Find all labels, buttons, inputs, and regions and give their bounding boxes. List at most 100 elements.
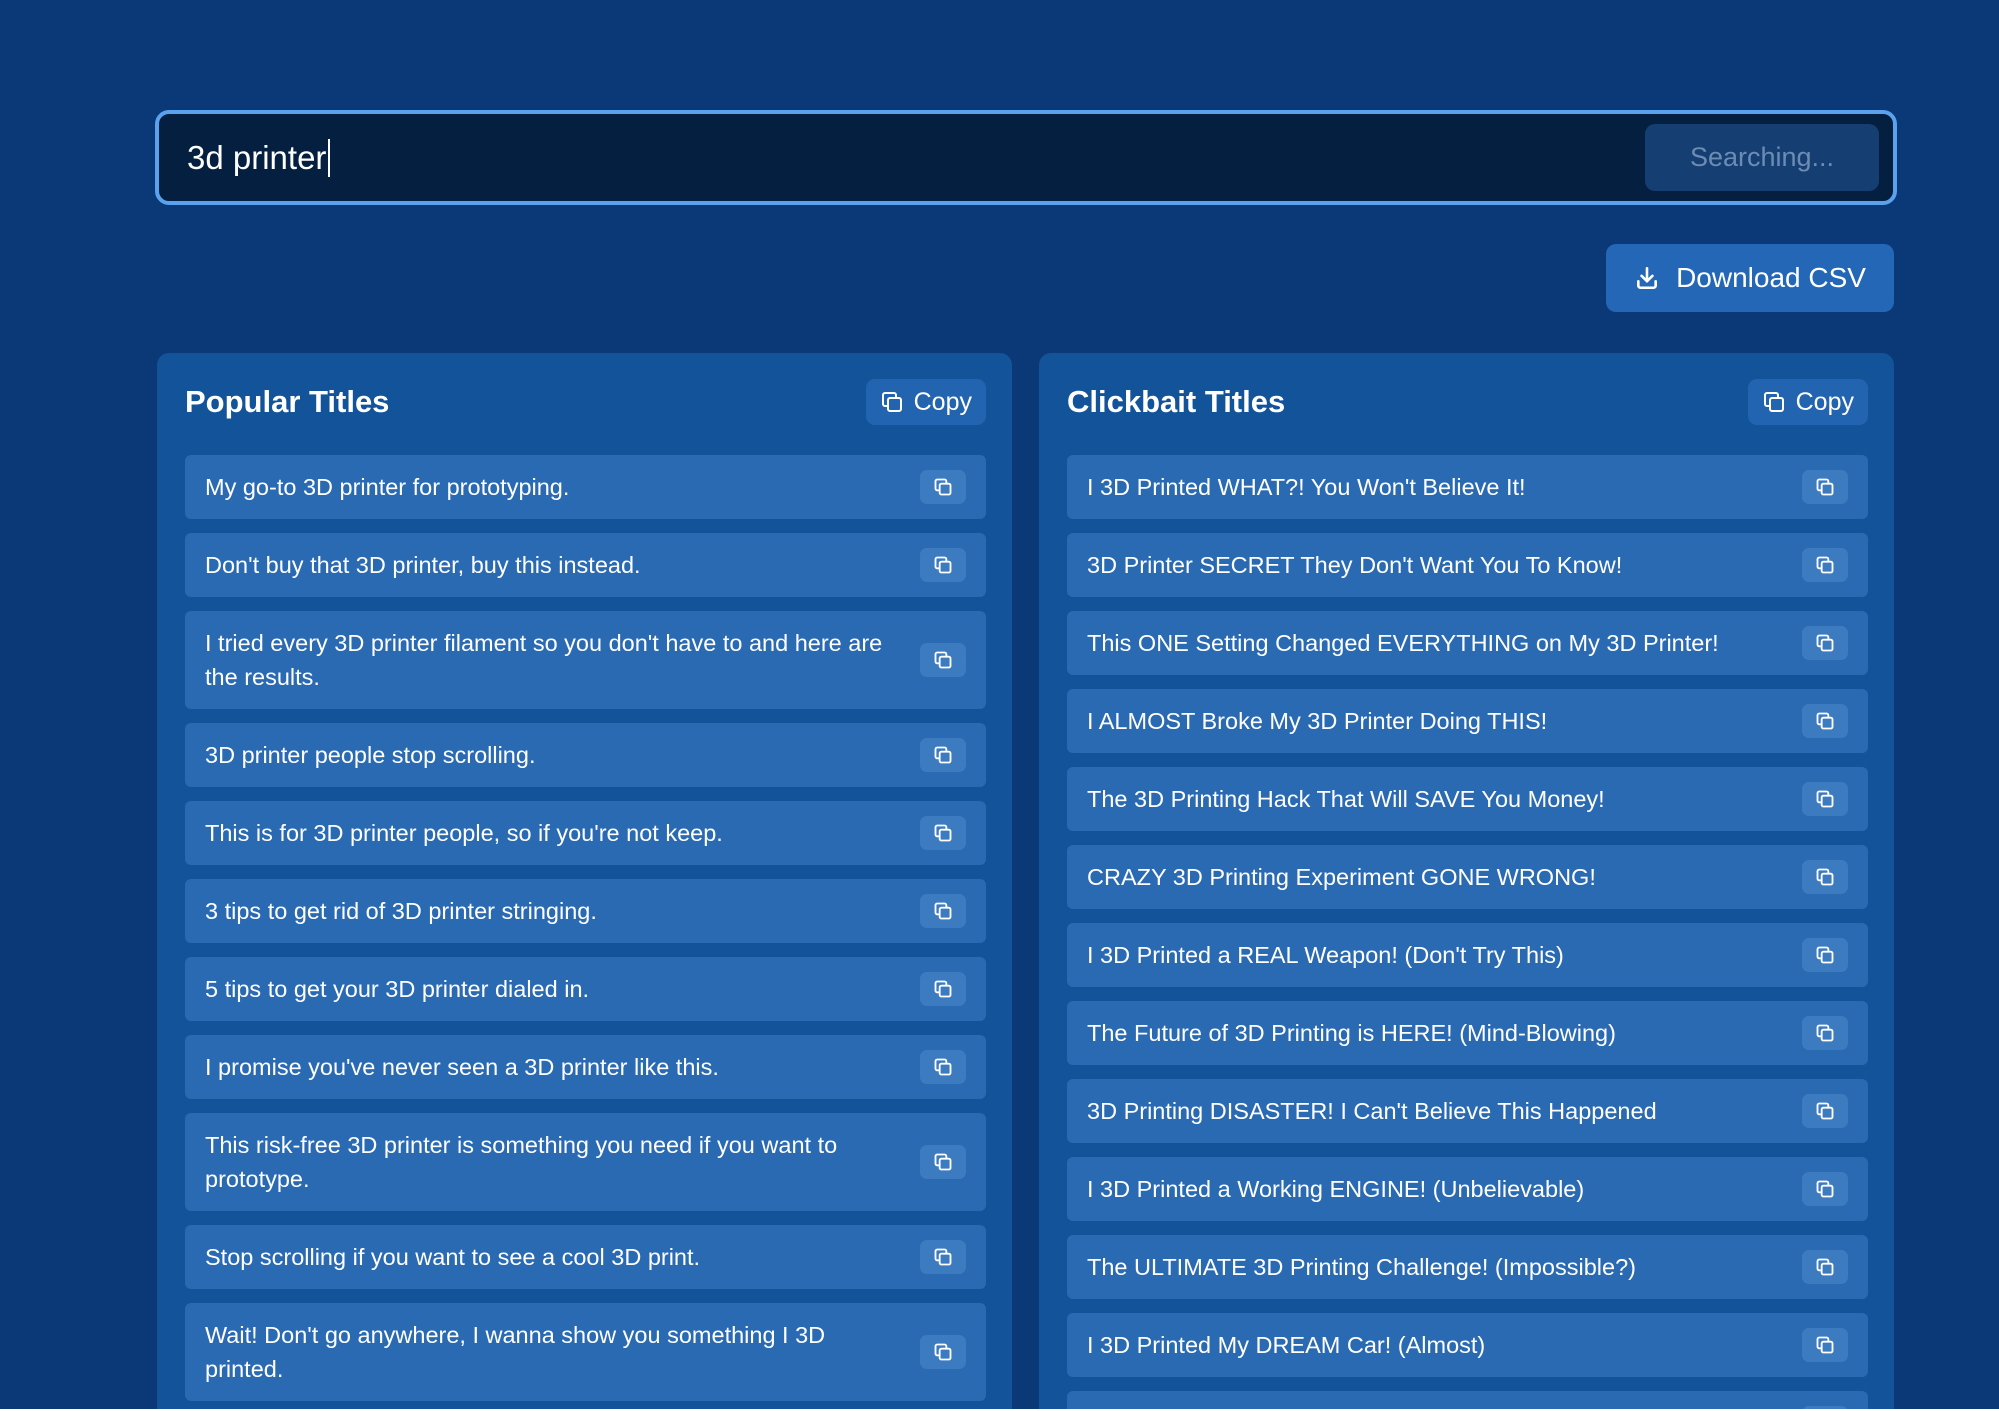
title-item-text: I promise you've never seen a 3D printer… (205, 1054, 719, 1080)
copy-item-button[interactable] (920, 643, 966, 677)
title-item-text: Don't buy that 3D printer, buy this inst… (205, 552, 641, 578)
copy-item-button[interactable] (920, 470, 966, 504)
copy-icon (934, 1153, 952, 1171)
title-item: This ONE Setting Changed EVERYTHING on M… (1067, 611, 1868, 675)
copy-item-button[interactable] (1802, 1016, 1848, 1050)
copy-clickbait-button[interactable]: Copy (1747, 379, 1868, 425)
clickbait-titles-heading: Clickbait Titles (1067, 384, 1286, 419)
title-item-text: I tried every 3D printer filament so you… (205, 630, 883, 690)
title-item: I 3D Printed WHAT?! You Won't Believe It… (1067, 455, 1868, 519)
search-bar: 3d printer Searching... (155, 110, 1897, 205)
title-item: This risk-free 3D printer is something y… (185, 1113, 986, 1211)
title-item: I tried every 3D printer filament so you… (185, 611, 986, 709)
title-item: I 3D Printed My DREAM Car! (Almost) (1067, 1313, 1868, 1377)
title-item: 3D Printing GONE WRONG! (Epic Fail) (1067, 1391, 1868, 1411)
copy-icon (1816, 1102, 1834, 1120)
title-item-text: This is for 3D printer people, so if you… (205, 820, 723, 846)
title-item: 3D printer people stop scrolling. (185, 723, 986, 787)
copy-item-button[interactable] (920, 894, 966, 928)
copy-icon (1816, 1336, 1834, 1354)
text-caret (328, 138, 331, 177)
copy-icon (1816, 634, 1834, 652)
copy-icon (934, 980, 952, 998)
copy-icon (1816, 1180, 1834, 1198)
title-item-text: 3 tips to get rid of 3D printer stringin… (205, 898, 597, 924)
page: 3d printer Searching... Download CSV Pop… (0, 0, 1999, 1411)
copy-item-button[interactable] (920, 738, 966, 772)
copy-icon (1763, 392, 1784, 412)
copy-item-button[interactable] (1802, 782, 1848, 816)
copy-item-button[interactable] (920, 1050, 966, 1084)
copy-item-button[interactable] (920, 972, 966, 1006)
copy-item-button[interactable] (1802, 1094, 1848, 1128)
title-item: I 3D Printed a REAL Weapon! (Don't Try T… (1067, 923, 1868, 987)
copy-item-button[interactable] (1802, 1172, 1848, 1206)
copy-icon (1816, 1024, 1834, 1042)
title-item-text: I ALMOST Broke My 3D Printer Doing THIS! (1087, 708, 1548, 734)
copy-item-button[interactable] (920, 1240, 966, 1274)
copy-icon (1816, 1258, 1834, 1276)
copy-item-button[interactable] (1802, 704, 1848, 738)
title-item-text: Wait! Don't go anywhere, I wanna show yo… (205, 1322, 826, 1382)
copy-item-button[interactable] (1802, 470, 1848, 504)
copy-clickbait-label: Copy (1795, 387, 1854, 416)
title-item: 3D Printer SECRET They Don't Want You To… (1067, 533, 1868, 597)
title-item-text: The Future of 3D Printing is HERE! (Mind… (1087, 1020, 1616, 1046)
copy-popular-label: Copy (913, 387, 972, 416)
clickbait-titles-list: I 3D Printed WHAT?! You Won't Believe It… (1067, 455, 1868, 1411)
download-icon (1637, 266, 1658, 290)
title-item: My go-to 3D printer for prototyping. (185, 455, 986, 519)
copy-item-button[interactable] (1802, 1328, 1848, 1362)
title-item: 5 tips to get your 3D printer dialed in. (185, 957, 986, 1021)
title-item: Stop scrolling if you want to see a cool… (185, 1225, 986, 1289)
copy-icon (934, 824, 952, 842)
search-button[interactable]: Searching... (1645, 124, 1879, 191)
popular-titles-heading: Popular Titles (185, 384, 390, 419)
title-item: 3 tips to get rid of 3D printer stringin… (185, 879, 986, 943)
title-item-text: Stop scrolling if you want to see a cool… (205, 1244, 701, 1270)
copy-icon (934, 556, 952, 574)
title-item-text: I 3D Printed WHAT?! You Won't Believe It… (1087, 474, 1526, 500)
title-item-text: This ONE Setting Changed EVERYTHING on M… (1087, 630, 1719, 656)
copy-item-button[interactable] (1802, 938, 1848, 972)
popular-titles-panel: Popular Titles Copy My go-to 3D printer … (157, 353, 1012, 1411)
title-item: This is for 3D printer people, so if you… (185, 801, 986, 865)
title-item: The 3D Printing Hack That Will SAVE You … (1067, 767, 1868, 831)
title-item-text: The ULTIMATE 3D Printing Challenge! (Imp… (1087, 1254, 1636, 1280)
title-item-text: I 3D Printed a REAL Weapon! (Don't Try T… (1087, 942, 1564, 968)
title-item-text: This risk-free 3D printer is something y… (205, 1132, 838, 1192)
title-item: Wait! Don't go anywhere, I wanna show yo… (185, 1303, 986, 1401)
copy-icon (934, 478, 952, 496)
copy-item-button[interactable] (920, 1145, 966, 1179)
copy-icon (1816, 478, 1834, 496)
copy-icon (1816, 790, 1834, 808)
popular-titles-header: Popular Titles Copy (185, 379, 986, 425)
copy-item-button[interactable] (1802, 626, 1848, 660)
title-item: The Future of 3D Printing is HERE! (Mind… (1067, 1001, 1868, 1065)
copy-item-button[interactable] (1802, 860, 1848, 894)
copy-icon (934, 746, 952, 764)
copy-item-button[interactable] (1802, 548, 1848, 582)
title-item: Don't buy that 3D printer, buy this inst… (185, 533, 986, 597)
copy-icon (934, 902, 952, 920)
clickbait-titles-header: Clickbait Titles Copy (1067, 379, 1868, 425)
copy-icon (1816, 712, 1834, 730)
copy-item-button[interactable] (1802, 1250, 1848, 1284)
title-item-text: The 3D Printing Hack That Will SAVE You … (1087, 786, 1605, 812)
title-item: 3D Printing DISASTER! I Can't Believe Th… (1067, 1079, 1868, 1143)
title-item-text: 3D Printing DISASTER! I Can't Believe Th… (1087, 1098, 1657, 1124)
title-item-text: CRAZY 3D Printing Experiment GONE WRONG! (1087, 864, 1596, 890)
copy-icon (934, 1343, 952, 1361)
title-item-text: My go-to 3D printer for prototyping. (205, 474, 570, 500)
download-csv-button[interactable]: Download CSV (1606, 244, 1894, 312)
popular-titles-list: My go-to 3D printer for prototyping. Don'… (185, 455, 986, 1411)
copy-item-button[interactable] (920, 1335, 966, 1369)
copy-item-button[interactable] (920, 548, 966, 582)
copy-popular-button[interactable]: Copy (865, 379, 986, 425)
copy-icon (1816, 556, 1834, 574)
search-input[interactable]: 3d printer (187, 138, 1645, 177)
copy-item-button[interactable] (920, 816, 966, 850)
title-item-text: 5 tips to get your 3D printer dialed in. (205, 976, 590, 1002)
copy-icon (934, 1058, 952, 1076)
title-item-text: 3D Printer SECRET They Don't Want You To… (1087, 552, 1623, 578)
